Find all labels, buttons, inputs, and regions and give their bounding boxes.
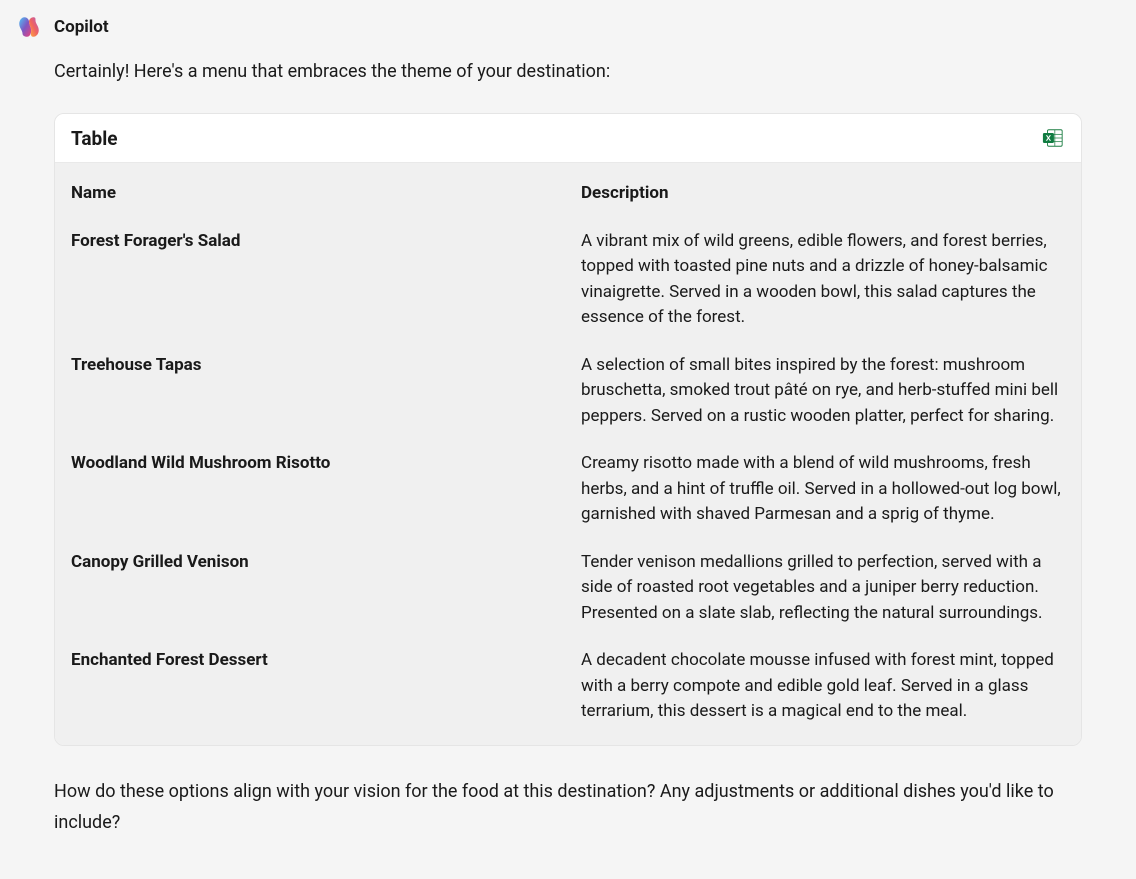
cell-name: Canopy Grilled Venison bbox=[71, 550, 561, 576]
table-row: Treehouse Tapas A selection of small bit… bbox=[71, 331, 1065, 430]
column-header-name: Name bbox=[71, 181, 561, 207]
table-header-row: Name Description bbox=[71, 163, 1065, 207]
table-card-header: Table bbox=[55, 114, 1081, 163]
copilot-logo-icon bbox=[16, 14, 42, 40]
table-card: Table Name Description Forest Forager's … bbox=[54, 113, 1082, 746]
outro-paragraph: How do these options align with your vis… bbox=[54, 776, 1082, 839]
cell-description: A selection of small bites inspired by t… bbox=[581, 353, 1065, 430]
cell-name: Forest Forager's Salad bbox=[71, 229, 561, 255]
intro-paragraph: Certainly! Here's a menu that embraces t… bbox=[54, 58, 1082, 85]
excel-icon bbox=[1042, 127, 1064, 149]
table-row: Canopy Grilled Venison Tender venison me… bbox=[71, 528, 1065, 627]
table-row: Woodland Wild Mushroom Risotto Creamy ri… bbox=[71, 429, 1065, 528]
cell-name: Treehouse Tapas bbox=[71, 353, 561, 379]
cell-description: Creamy risotto made with a blend of wild… bbox=[581, 451, 1065, 528]
cell-name: Woodland Wild Mushroom Risotto bbox=[71, 451, 561, 477]
export-excel-button[interactable] bbox=[1041, 126, 1065, 150]
column-header-description: Description bbox=[581, 181, 1065, 207]
table-body: Name Description Forest Forager's Salad … bbox=[55, 163, 1081, 745]
cell-description: A vibrant mix of wild greens, edible flo… bbox=[581, 229, 1065, 331]
table-title: Table bbox=[71, 127, 118, 150]
cell-description: Tender venison medallions grilled to per… bbox=[581, 550, 1065, 627]
cell-name: Enchanted Forest Dessert bbox=[71, 648, 561, 674]
table-row: Forest Forager's Salad A vibrant mix of … bbox=[71, 207, 1065, 331]
table-row: Enchanted Forest Dessert A decadent choc… bbox=[71, 626, 1065, 725]
message-header: Copilot bbox=[16, 14, 1082, 40]
cell-description: A decadent chocolate mousse infused with… bbox=[581, 648, 1065, 725]
assistant-name: Copilot bbox=[54, 17, 109, 37]
